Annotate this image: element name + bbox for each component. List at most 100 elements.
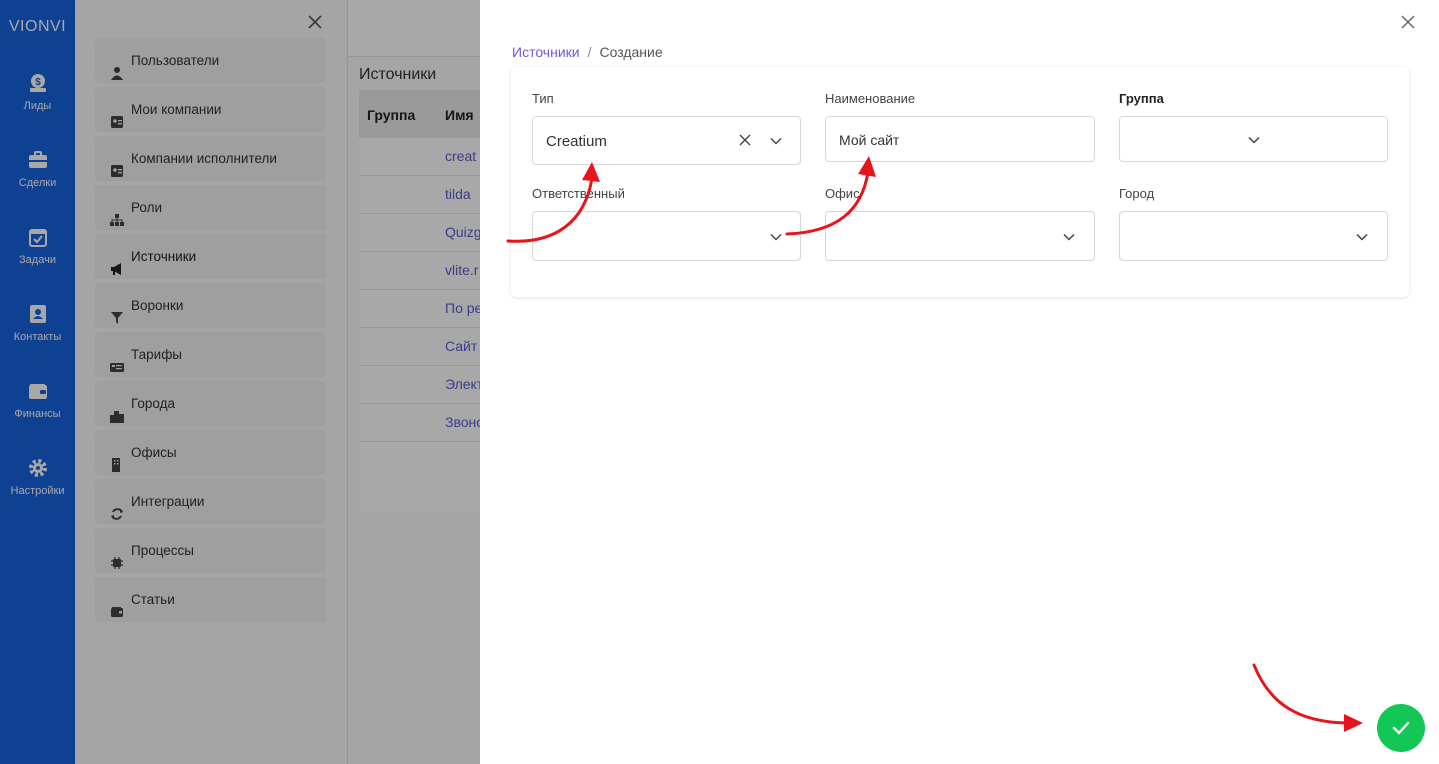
- settings-item-funnels[interactable]: Воронки: [95, 283, 326, 328]
- chevron-down-icon: [769, 134, 783, 148]
- contact-book-icon: [27, 303, 49, 325]
- settings-item-processes[interactable]: Процессы: [95, 528, 326, 573]
- sync-icon: [110, 494, 124, 520]
- name-input[interactable]: Мой сайт: [825, 116, 1095, 162]
- id-card-icon: [110, 151, 124, 177]
- settings-item-label: Интеграции: [131, 494, 205, 509]
- gear-icon: [27, 457, 49, 479]
- main-nav: VIONVI $ Лиды Сделки Задачи Контакты Фин…: [0, 0, 75, 764]
- column-header-name[interactable]: Имя: [445, 107, 474, 123]
- table-row: По ре: [359, 290, 480, 328]
- settings-item-sources[interactable]: Источники: [95, 234, 326, 279]
- close-icon[interactable]: [1400, 14, 1416, 30]
- source-link[interactable]: Quizg: [445, 224, 480, 240]
- settings-item-label: Компании исполнители: [131, 151, 277, 166]
- nav-item-label: Задачи: [19, 254, 56, 266]
- settings-item-label: Города: [131, 396, 176, 411]
- building-icon: [110, 445, 124, 472]
- check-icon: [1392, 721, 1410, 735]
- nav-item-tasks[interactable]: Задачи: [0, 226, 75, 266]
- create-source-drawer: Источники / Создание Тип Creatium Наименов…: [480, 0, 1439, 764]
- settings-item-integrations[interactable]: Интеграции: [95, 479, 326, 524]
- source-link[interactable]: Звоно: [445, 414, 480, 430]
- city-icon: [110, 396, 124, 423]
- chevron-down-icon: [1355, 230, 1369, 244]
- nav-item-settings[interactable]: Настройки: [0, 457, 75, 497]
- settings-item-roles[interactable]: Роли: [95, 185, 326, 230]
- source-link[interactable]: По ре: [445, 300, 480, 316]
- megaphone-icon: [110, 249, 124, 275]
- settings-item-contractor-companies[interactable]: Компании исполнители: [95, 136, 326, 181]
- user-icon: [110, 53, 124, 80]
- tariff-icon: [110, 347, 124, 372]
- source-link[interactable]: tilda: [445, 186, 480, 202]
- breadcrumb-parent-link[interactable]: Источники: [512, 44, 580, 60]
- settings-item-cities[interactable]: Города: [95, 381, 326, 426]
- responsible-label: Ответственный: [532, 186, 625, 201]
- settings-item-label: Пользователи: [131, 53, 220, 68]
- clear-icon[interactable]: [738, 133, 752, 147]
- city-select[interactable]: [1119, 211, 1388, 261]
- breadcrumb-separator: /: [587, 44, 592, 60]
- nav-item-leads[interactable]: $ Лиды: [0, 72, 75, 112]
- table-row: Элект: [359, 366, 480, 404]
- nav-item-label: Настройки: [10, 485, 65, 497]
- wallet-icon: [27, 380, 49, 402]
- settings-item-label: Воронки: [131, 298, 184, 313]
- type-select[interactable]: Creatium: [532, 116, 801, 165]
- nav-item-deals[interactable]: Сделки: [0, 149, 75, 189]
- settings-item-users[interactable]: Пользователи: [95, 38, 326, 83]
- brand-logo[interactable]: VIONVI: [0, 18, 75, 36]
- table-header: Группа Имя: [359, 90, 480, 138]
- settings-item-label: Мои компании: [131, 102, 222, 117]
- type-label: Тип: [532, 91, 554, 106]
- settings-item-label: Статьи: [131, 592, 175, 607]
- table-row: Звоно: [359, 404, 480, 442]
- money-bag-icon: $: [27, 72, 49, 94]
- settings-item-label: Офисы: [131, 445, 177, 460]
- nav-item-contacts[interactable]: Контакты: [0, 303, 75, 343]
- settings-item-my-companies[interactable]: Мои компании: [95, 87, 326, 132]
- settings-item-label: Источники: [131, 249, 197, 264]
- type-select-value: Creatium: [546, 133, 607, 150]
- breadcrumb-current: Создание: [599, 44, 663, 60]
- office-label: Офис: [825, 186, 860, 201]
- office-select[interactable]: [825, 211, 1095, 261]
- settings-item-tariffs[interactable]: Тарифы: [95, 332, 326, 377]
- funnel-icon: [110, 298, 124, 324]
- chevron-down-icon: [769, 230, 783, 244]
- table-row: tilda: [359, 176, 480, 214]
- settings-item-offices[interactable]: Офисы: [95, 430, 326, 475]
- nav-item-finance[interactable]: Финансы: [0, 380, 75, 420]
- table-row: creat: [359, 138, 480, 176]
- sources-table: Группа Имя creat tilda Quizg vlite.r По …: [359, 90, 480, 513]
- settings-item-label: Роли: [131, 200, 163, 215]
- group-label: Группа: [1119, 91, 1164, 106]
- source-link[interactable]: creat: [445, 148, 480, 164]
- city-label: Город: [1119, 186, 1155, 201]
- source-link[interactable]: Сайт: [445, 338, 480, 354]
- id-card-icon: [110, 102, 124, 128]
- chevron-down-icon: [1247, 133, 1261, 147]
- source-form-card: Тип Creatium Наименование Мой сайт Групп…: [511, 67, 1409, 297]
- nav-item-label: Лиды: [23, 100, 52, 112]
- sources-page: Источники Группа Имя creat tilda Quizg v…: [348, 0, 480, 764]
- column-header-group[interactable]: Группа: [367, 107, 415, 123]
- save-button[interactable]: [1377, 704, 1425, 752]
- calendar-check-icon: [27, 226, 49, 248]
- nav-item-label: Контакты: [13, 331, 62, 343]
- source-link[interactable]: vlite.r: [445, 262, 480, 278]
- name-input-value: Мой сайт: [839, 132, 900, 148]
- table-row: vlite.r: [359, 252, 480, 290]
- chip-icon: [110, 543, 124, 569]
- breadcrumb: Источники / Создание: [512, 44, 663, 60]
- settings-item-articles[interactable]: Статьи: [95, 577, 326, 622]
- responsible-select[interactable]: [532, 211, 801, 261]
- wallet-icon: [110, 592, 124, 617]
- briefcase-icon: [27, 149, 49, 171]
- page-title: Источники: [359, 66, 437, 83]
- close-icon[interactable]: [307, 14, 323, 30]
- source-link[interactable]: Элект: [445, 376, 480, 392]
- group-select[interactable]: [1119, 116, 1388, 162]
- sitemap-icon: [110, 200, 124, 226]
